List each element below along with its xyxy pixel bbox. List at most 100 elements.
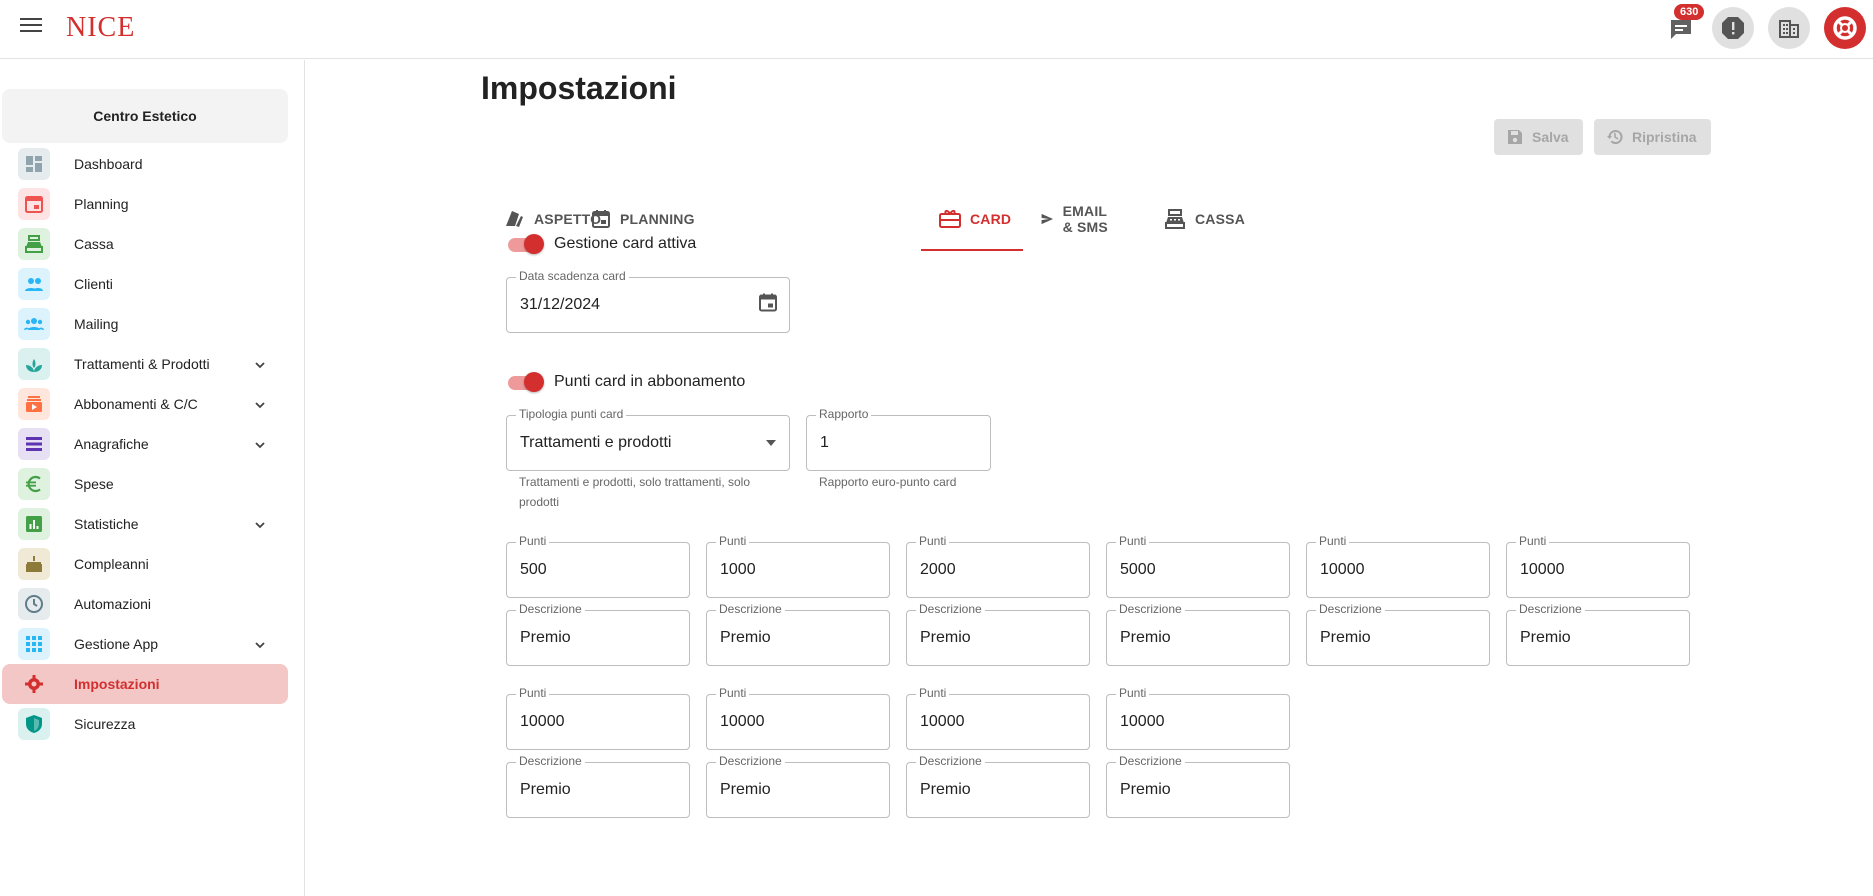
tab-label: CASSA	[1195, 211, 1246, 227]
calendar-icon	[18, 188, 50, 220]
sidebar-item-label: Dashboard	[74, 156, 143, 172]
descrizione-field[interactable]: Descrizione Premio	[1106, 754, 1290, 818]
sidebar-item-label: Cassa	[74, 236, 114, 252]
descrizione-field[interactable]: Descrizione Premio	[706, 754, 890, 818]
sidebar-item-label: Automazioni	[74, 596, 152, 612]
punti-label: Punti	[1116, 534, 1150, 548]
reset-button[interactable]: Ripristina	[1594, 119, 1711, 155]
people-icon	[18, 268, 50, 300]
descrizione-label: Descrizione	[1316, 602, 1385, 616]
chevron-down-icon[interactable]	[254, 638, 266, 650]
punti-label: Punti	[1316, 534, 1350, 548]
tab-card[interactable]: CARD	[939, 187, 1011, 251]
gestione-card-toggle[interactable]	[506, 234, 544, 254]
punti-field[interactable]: Punti 1000	[706, 534, 890, 598]
save-icon	[1508, 130, 1522, 144]
lifebuoy-icon	[1833, 16, 1857, 40]
calendar-icon[interactable]	[757, 292, 779, 319]
reset-label: Ripristina	[1632, 129, 1697, 145]
sidebar-item-label: Gestione App	[74, 636, 159, 652]
punti-label: Punti	[516, 686, 550, 700]
rapporto-helper-text: Rapporto euro-punto card	[819, 475, 957, 489]
punti-field[interactable]: Punti 10000	[1506, 534, 1690, 598]
sidebar-item-planning[interactable]: Planning	[2, 184, 288, 224]
save-button[interactable]: Salva	[1494, 119, 1583, 155]
sidebar-item-spese[interactable]: Spese	[2, 464, 288, 504]
sidebar-item-automazioni[interactable]: Automazioni	[2, 584, 288, 624]
sidebar-item-statistiche[interactable]: Statistiche	[2, 504, 288, 544]
punti-label: Punti	[916, 686, 950, 700]
sidebar-item-impostazioni[interactable]: Impostazioni	[2, 664, 288, 704]
chevron-down-icon[interactable]	[254, 438, 266, 450]
scadenza-card-label: Data scadenza card	[516, 269, 629, 283]
tab-email-sms[interactable]: EMAIL & SMS	[1041, 187, 1116, 251]
alert-button[interactable]	[1712, 7, 1754, 49]
descrizione-label: Descrizione	[916, 602, 985, 616]
descrizione-label: Descrizione	[516, 754, 585, 768]
descrizione-field[interactable]: Descrizione Premio	[1506, 602, 1690, 666]
tipologia-punti-select[interactable]: Tipologia punti card Trattamenti e prodo…	[506, 407, 790, 471]
history-icon	[1607, 130, 1623, 144]
tipologia-helper-text: Trattamenti e prodotti, solo trattamenti…	[519, 475, 750, 509]
hamburger-menu-icon[interactable]	[18, 14, 44, 40]
punti-field[interactable]: Punti 10000	[506, 686, 690, 750]
descrizione-label: Descrizione	[1516, 602, 1585, 616]
sidebar-item-trattamenti-prodotti[interactable]: Trattamenti & Prodotti	[2, 344, 288, 384]
descrizione-label: Descrizione	[1116, 754, 1185, 768]
sidebar-item-anagrafiche[interactable]: Anagrafiche	[2, 424, 288, 464]
rapporto-field[interactable]: Rapporto 1	[806, 407, 991, 471]
punti-value: 10000	[1320, 561, 1365, 578]
punti-field[interactable]: Punti 10000	[1306, 534, 1490, 598]
chevron-down-icon[interactable]	[254, 358, 266, 370]
main-content: Impostazioni Salva Ripristina ASPETTO PL…	[306, 60, 1873, 896]
cash-register-icon	[18, 228, 50, 260]
support-button[interactable]	[1824, 7, 1866, 49]
tipologia-punti-label: Tipologia punti card	[516, 407, 627, 421]
tab-cassa[interactable]: CASSA	[1164, 187, 1245, 251]
punti-field[interactable]: Punti 10000	[906, 686, 1090, 750]
punti-field[interactable]: Punti 5000	[1106, 534, 1290, 598]
descrizione-field[interactable]: Descrizione Premio	[506, 754, 690, 818]
descrizione-field[interactable]: Descrizione Premio	[906, 754, 1090, 818]
business-button[interactable]	[1768, 7, 1810, 49]
chart-icon	[18, 508, 50, 540]
punti-abbonamento-toggle[interactable]	[506, 372, 544, 392]
punti-field[interactable]: Punti 10000	[1106, 686, 1290, 750]
gestione-card-row: Gestione card attiva	[506, 234, 696, 254]
sidebar-item-abbonamenti-c-c[interactable]: Abbonamenti & C/C	[2, 384, 288, 424]
sidebar-item-gestione-app[interactable]: Gestione App	[2, 624, 288, 664]
list-icon	[18, 428, 50, 460]
chevron-down-icon[interactable]	[254, 518, 266, 530]
punti-value: 500	[520, 561, 547, 578]
punti-field[interactable]: Punti 500	[506, 534, 690, 598]
center-selector[interactable]: Centro Estetico	[2, 89, 288, 143]
sidebar-item-clienti[interactable]: Clienti	[2, 264, 288, 304]
punti-field[interactable]: Punti 10000	[706, 686, 890, 750]
descrizione-field[interactable]: Descrizione Premio	[506, 602, 690, 666]
scadenza-card-value: 31/12/2024	[520, 296, 601, 313]
spa-icon	[18, 348, 50, 380]
palette-icon	[506, 211, 523, 227]
sidebar-item-cassa[interactable]: Cassa	[2, 224, 288, 264]
descrizione-field[interactable]: Descrizione Premio	[906, 602, 1090, 666]
punti-field[interactable]: Punti 2000	[906, 534, 1090, 598]
descrizione-field[interactable]: Descrizione Premio	[1106, 602, 1290, 666]
sidebar-item-compleanni[interactable]: Compleanni	[2, 544, 288, 584]
rapporto-label: Rapporto	[816, 407, 872, 421]
active-tab-indicator	[921, 249, 1023, 251]
sidebar-item-mailing[interactable]: Mailing	[2, 304, 288, 344]
apps-icon	[18, 628, 50, 660]
descrizione-label: Descrizione	[916, 754, 985, 768]
descrizione-field[interactable]: Descrizione Premio	[1306, 602, 1490, 666]
sidebar-item-label: Sicurezza	[74, 716, 136, 732]
punti-abbonamento-label: Punti card in abbonamento	[554, 373, 746, 390]
descrizione-value: Premio	[520, 629, 571, 646]
sidebar-item-sicurezza[interactable]: Sicurezza	[2, 704, 288, 744]
dropdown-arrow-icon	[765, 434, 777, 452]
scadenza-card-field[interactable]: Data scadenza card 31/12/2024	[506, 269, 790, 333]
send-icon	[1041, 213, 1054, 225]
sidebar-item-dashboard[interactable]: Dashboard	[2, 144, 288, 184]
descrizione-field[interactable]: Descrizione Premio	[706, 602, 890, 666]
chevron-down-icon[interactable]	[254, 398, 266, 410]
descrizione-value: Premio	[920, 629, 971, 646]
